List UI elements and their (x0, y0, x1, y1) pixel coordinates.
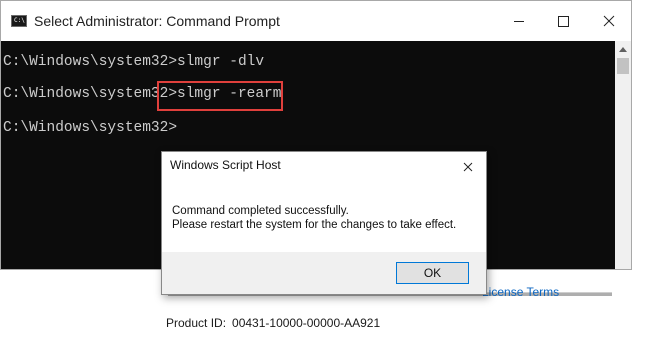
script-host-dialog: Windows Script Host Command completed su… (161, 151, 487, 295)
product-id-row: Product ID: 00431-10000-00000-AA921 (166, 316, 380, 330)
dialog-close-button[interactable] (454, 154, 482, 180)
maximize-button[interactable] (541, 1, 586, 41)
window-title: Select Administrator: Command Prompt (34, 13, 280, 29)
minimize-icon (513, 20, 524, 22)
product-id-value: 00431-10000-00000-AA921 (232, 316, 381, 330)
maximize-icon (558, 15, 569, 27)
dialog-message: Please restart the system for the change… (172, 219, 457, 231)
minimize-button[interactable] (496, 1, 541, 41)
command-prompt-icon: C:\ (11, 15, 27, 27)
scroll-thumb[interactable] (617, 58, 629, 74)
dialog-footer: OK (162, 252, 486, 294)
dialog-body: Command completed successfully. Please r… (162, 182, 486, 252)
console-line: C:\Windows\system32> (3, 120, 178, 136)
close-button[interactable] (586, 1, 631, 41)
product-id-label: Product ID: (166, 316, 227, 330)
vertical-scrollbar[interactable] (615, 41, 631, 269)
dialog-message: Command completed successfully. (172, 205, 349, 217)
title-bar[interactable]: C:\ Select Administrator: Command Prompt (1, 1, 631, 41)
ok-button[interactable]: OK (396, 262, 469, 284)
command-highlight-box (157, 81, 283, 111)
console-line: C:\Windows\system32>slmgr -dlv (3, 54, 265, 70)
scroll-up-button[interactable] (615, 41, 631, 57)
dialog-title: Windows Script Host (170, 158, 281, 172)
license-terms-link[interactable]: License Terms (482, 285, 559, 299)
chevron-up-icon (619, 46, 627, 52)
close-icon (463, 162, 473, 172)
close-icon (603, 15, 614, 27)
